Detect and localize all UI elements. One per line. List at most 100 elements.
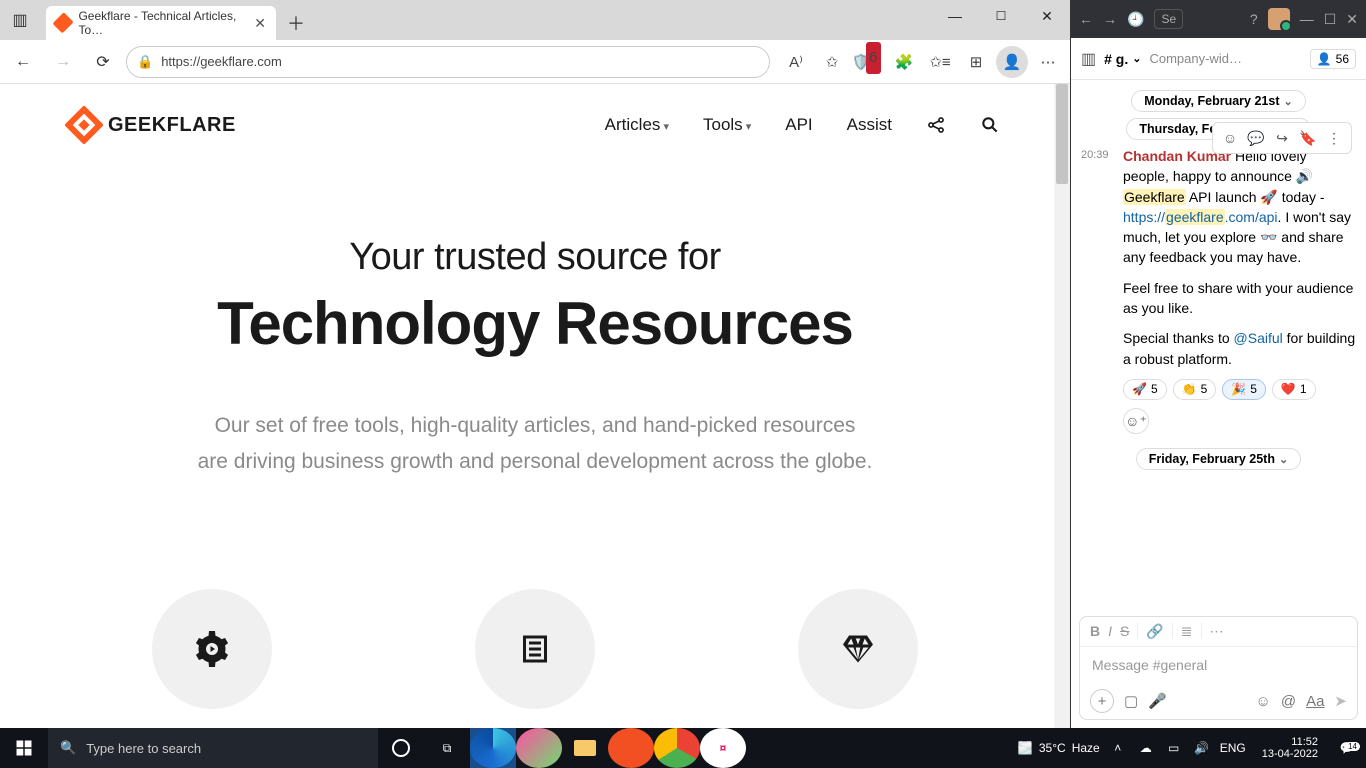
composer-audio-icon[interactable]: 🎤	[1148, 692, 1167, 710]
slack-channel-name[interactable]: # g.⌄	[1104, 51, 1141, 67]
message-paragraph-3: Special thanks to @Saiful for building a…	[1123, 328, 1356, 369]
taskbar-paint-icon[interactable]	[516, 728, 562, 768]
nav-assist[interactable]: Assist	[847, 115, 892, 135]
msg-thread-icon[interactable]: 💬	[1245, 127, 1267, 149]
slack-minimize-icon[interactable]: —	[1300, 11, 1314, 27]
message-link[interactable]: https://geekflare.com/api	[1123, 209, 1278, 225]
new-tab-button[interactable]: ＋	[282, 9, 310, 37]
taskbar-pinned: ⧉ ¤	[378, 728, 746, 768]
favorites-bar-icon[interactable]: ✩≡	[924, 46, 956, 78]
weather-widget[interactable]: 🌫️ 35°C Haze	[1018, 741, 1100, 755]
format-link-icon[interactable]: 🔗	[1146, 623, 1163, 640]
composer-mention-icon[interactable]: @	[1281, 693, 1296, 710]
feature-card-resources[interactable]	[707, 559, 1010, 728]
system-tray: 🌫️ 35°C Haze ˄ ☁ ▭ 🔊 ENG 11:52 13-04-202…	[1018, 736, 1366, 760]
favorite-icon[interactable]: ✩	[816, 46, 848, 78]
tab-actions-icon[interactable]: ▥	[0, 0, 40, 40]
composer-video-icon[interactable]: ▢	[1124, 692, 1138, 710]
slack-bookmarks-icon[interactable]: ▥	[1081, 49, 1096, 69]
slack-nav-forward-icon[interactable]: →	[1103, 11, 1117, 27]
window-maximize-button[interactable]	[978, 0, 1024, 32]
tray-onedrive-icon[interactable]: ☁	[1136, 741, 1156, 755]
format-more-icon[interactable]: ⋯	[1210, 623, 1224, 640]
tray-clock[interactable]: 11:52 13-04-2022	[1254, 736, 1326, 760]
reaction-rocket[interactable]: 🚀 5	[1123, 379, 1167, 400]
date-divider-fri[interactable]: Friday, February 25th	[1136, 448, 1301, 470]
msg-save-icon[interactable]: 🔖	[1297, 127, 1319, 149]
composer-attach-button[interactable]: +	[1090, 689, 1114, 713]
window-controls	[932, 0, 1070, 32]
window-minimize-button[interactable]	[932, 0, 978, 32]
page-scrollbar[interactable]	[1054, 84, 1070, 728]
slack-message-list[interactable]: Monday, February 21st Thursday, February…	[1071, 80, 1366, 608]
geekflare-logo[interactable]: GEEKFLARE	[70, 111, 236, 139]
tray-chevron-icon[interactable]: ˄	[1108, 741, 1128, 755]
taskbar-cortana-icon[interactable]	[378, 728, 424, 768]
format-strike-icon[interactable]: S	[1120, 623, 1129, 640]
scrollbar-thumb[interactable]	[1056, 84, 1068, 184]
start-button[interactable]	[0, 728, 48, 768]
nav-forward-button[interactable]: →	[46, 45, 80, 79]
msg-more-icon[interactable]: ⋮	[1323, 127, 1345, 149]
slack-maximize-icon[interactable]: ☐	[1324, 11, 1337, 28]
msg-share-icon[interactable]: ↪	[1271, 127, 1293, 149]
tray-volume-icon[interactable]: 🔊	[1192, 741, 1212, 755]
reaction-clap[interactable]: 👏 5	[1173, 379, 1217, 400]
taskbar-taskview-icon[interactable]: ⧉	[424, 728, 470, 768]
nav-articles[interactable]: Articles	[605, 115, 669, 135]
nav-tools[interactable]: Tools	[703, 115, 751, 135]
nav-refresh-button[interactable]: ⟳	[86, 45, 120, 79]
msg-react-icon[interactable]: ☺	[1219, 127, 1241, 149]
feature-card-tools[interactable]	[60, 559, 363, 728]
tracking-shield-icon[interactable]: 🛡️6	[852, 46, 884, 78]
slack-nav-back-icon[interactable]: ←	[1079, 11, 1093, 27]
composer-format-toolbar: B I S 🔗 ≣ ⋯	[1080, 617, 1357, 647]
message-mention[interactable]: @Saiful	[1234, 330, 1283, 346]
tray-battery-icon[interactable]: ▭	[1164, 741, 1184, 755]
browser-menu-icon[interactable]: ⋯	[1032, 46, 1064, 78]
taskbar-slack-icon[interactable]: ¤	[700, 728, 746, 768]
read-aloud-icon[interactable]: A⁾	[780, 46, 812, 78]
slack-member-count[interactable]: 👤 56	[1310, 49, 1356, 69]
window-close-button[interactable]	[1024, 0, 1070, 32]
taskbar-edge-icon[interactable]	[470, 728, 516, 768]
slack-user-avatar[interactable]	[1268, 8, 1290, 30]
tab-close-icon[interactable]: ✕	[254, 15, 266, 32]
extensions-icon[interactable]: 🧩	[888, 46, 920, 78]
slack-help-icon[interactable]: ?	[1250, 11, 1258, 27]
profile-avatar[interactable]: 👤	[996, 46, 1028, 78]
search-icon[interactable]	[980, 115, 1000, 135]
tray-language[interactable]: ENG	[1220, 741, 1246, 755]
slack-history-icon[interactable]: 🕘	[1127, 11, 1144, 28]
feature-card-articles[interactable]	[383, 559, 686, 728]
add-reaction-button[interactable]: ☺⁺	[1123, 408, 1149, 434]
slack-close-icon[interactable]: ✕	[1346, 11, 1358, 28]
action-center-icon[interactable]: 💬14	[1334, 741, 1360, 755]
format-italic-icon[interactable]: I	[1108, 623, 1112, 640]
url-input[interactable]: 🔒 https://geekflare.com	[126, 46, 770, 78]
format-bold-icon[interactable]: B	[1090, 623, 1100, 640]
browser-tab[interactable]: Geekflare - Technical Articles, To… ✕	[46, 6, 276, 40]
hero-line1: Your trusted source for	[0, 236, 1070, 279]
taskbar-chrome-icon[interactable]	[654, 728, 700, 768]
reaction-heart[interactable]: ❤️ 1	[1272, 379, 1316, 400]
geekflare-favicon-icon	[52, 12, 74, 34]
taskbar-search[interactable]: 🔍 Type here to search	[48, 728, 378, 768]
hero-subtitle: Our set of free tools, high-quality arti…	[0, 408, 1070, 479]
composer-emoji-icon[interactable]: ☺	[1256, 693, 1271, 710]
feature-cards	[0, 559, 1070, 728]
share-icon[interactable]	[926, 115, 946, 135]
slack-search-button[interactable]: Se	[1154, 9, 1183, 29]
taskbar-brave-icon[interactable]	[608, 728, 654, 768]
nav-api[interactable]: API	[785, 115, 812, 135]
format-list-icon[interactable]: ≣	[1181, 623, 1193, 640]
date-divider-mon[interactable]: Monday, February 21st	[1131, 90, 1305, 112]
collections-icon[interactable]: ⊞	[960, 46, 992, 78]
nav-back-button[interactable]: ←	[6, 45, 40, 79]
message-paragraph-2: Feel free to share with your audience as…	[1123, 278, 1356, 319]
composer-format-toggle-icon[interactable]: Aa	[1306, 693, 1324, 710]
composer-send-button[interactable]: ➤	[1334, 692, 1347, 710]
taskbar-explorer-icon[interactable]	[562, 728, 608, 768]
composer-input[interactable]: Message #general	[1080, 647, 1357, 683]
reaction-party[interactable]: 🎉 5	[1222, 379, 1266, 400]
